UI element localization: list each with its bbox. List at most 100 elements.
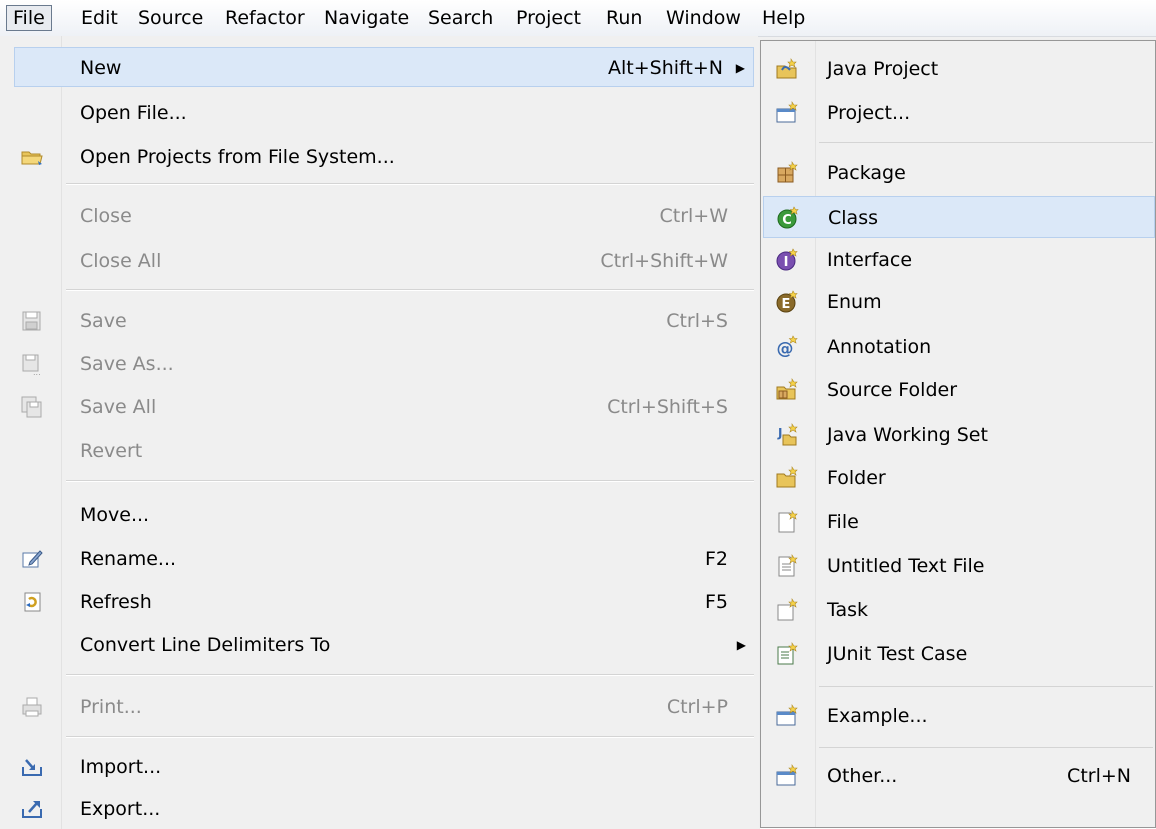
menu-item-accel: Ctrl+Shift+W bbox=[600, 250, 728, 272]
menu-item-accel: Ctrl+W bbox=[659, 205, 728, 227]
menu-item-label: Convert Line Delimiters To bbox=[80, 634, 331, 656]
submenu-item-example[interactable]: Example... bbox=[761, 695, 1155, 737]
menu-item-label: Close bbox=[80, 205, 132, 227]
menu-item-accel: Ctrl+Shift+S bbox=[607, 396, 728, 418]
menu-item-save-as[interactable]: ... Save As... bbox=[0, 344, 758, 384]
menu-item-close-all[interactable]: Close All Ctrl+Shift+W bbox=[0, 241, 758, 281]
menu-item-save[interactable]: Save Ctrl+S bbox=[0, 301, 758, 341]
submenu-item-label: Class bbox=[828, 207, 878, 229]
enum-icon: E bbox=[775, 290, 799, 314]
menu-item-revert[interactable]: Revert bbox=[0, 431, 758, 471]
submenu-item-label: Folder bbox=[827, 467, 886, 489]
submenu-item-label: Package bbox=[827, 162, 906, 184]
separator bbox=[819, 686, 1153, 687]
menu-item-label: New bbox=[80, 57, 122, 79]
submenu-item-package[interactable]: Package bbox=[761, 152, 1155, 194]
submenu-item-java-working-set[interactable]: J Java Working Set bbox=[761, 414, 1155, 456]
menu-item-label: Save All bbox=[80, 396, 157, 418]
submenu-item-source-folder[interactable]: Source Folder bbox=[761, 369, 1155, 411]
new-submenu: Java Project Project... Package C Class … bbox=[760, 40, 1156, 828]
submenu-item-label: Java Project bbox=[827, 58, 939, 80]
submenu-item-label: Task bbox=[827, 599, 869, 621]
menu-bar: File Edit Source Refactor Navigate Searc… bbox=[0, 0, 1156, 37]
example-icon bbox=[775, 704, 799, 728]
svg-text:J: J bbox=[777, 426, 782, 440]
menu-navigate[interactable]: Navigate bbox=[318, 5, 415, 31]
submenu-item-junit-test-case[interactable]: JUnit Test Case bbox=[761, 633, 1155, 675]
file-menu: New Alt+Shift+N ▶ Open File... Open Proj… bbox=[0, 36, 758, 829]
submenu-item-label: Interface bbox=[827, 249, 913, 271]
java-project-icon bbox=[775, 57, 799, 81]
menu-item-close[interactable]: Close Ctrl+W bbox=[0, 196, 758, 236]
submenu-item-project[interactable]: Project... bbox=[761, 92, 1155, 134]
submenu-item-annotation[interactable]: @ Annotation bbox=[761, 326, 1155, 368]
svg-text:E: E bbox=[782, 297, 791, 312]
save-as-icon: ... bbox=[20, 352, 44, 376]
menu-item-label: Save bbox=[80, 310, 127, 332]
refresh-icon bbox=[20, 590, 44, 614]
submenu-item-label: Other... bbox=[827, 765, 898, 787]
submenu-item-file[interactable]: File bbox=[761, 501, 1155, 543]
submenu-item-task[interactable]: Task bbox=[761, 589, 1155, 631]
menu-item-rename[interactable]: Rename... F2 bbox=[0, 539, 758, 579]
menu-item-open-file[interactable]: Open File... bbox=[0, 93, 758, 133]
submenu-item-label: Example... bbox=[827, 705, 928, 727]
junit-test-case-icon bbox=[775, 642, 799, 666]
submenu-item-accel: Ctrl+N bbox=[1067, 765, 1131, 787]
submenu-item-other[interactable]: Other... Ctrl+N bbox=[761, 755, 1155, 797]
menu-item-refresh[interactable]: Refresh F5 bbox=[0, 582, 758, 622]
open-folder-icon bbox=[20, 145, 44, 169]
menu-window[interactable]: Window bbox=[660, 5, 747, 31]
menu-item-label: Move... bbox=[80, 504, 150, 526]
menu-item-print[interactable]: Print... Ctrl+P bbox=[0, 687, 758, 727]
submenu-arrow-icon: ▶ bbox=[736, 638, 746, 652]
menu-item-open-projects[interactable]: Open Projects from File System... bbox=[0, 137, 758, 177]
separator bbox=[66, 737, 754, 738]
submenu-item-label: Project... bbox=[827, 102, 911, 124]
submenu-item-interface[interactable]: I Interface bbox=[761, 239, 1155, 281]
menu-item-label: Open Projects from File System... bbox=[80, 146, 395, 168]
class-icon: C bbox=[776, 206, 800, 230]
package-icon bbox=[775, 161, 799, 185]
menu-item-convert-line-delimiters[interactable]: Convert Line Delimiters To ▶ bbox=[0, 625, 758, 665]
text-file-icon bbox=[775, 554, 799, 578]
interface-icon: I bbox=[775, 248, 799, 272]
submenu-item-class[interactable]: C Class bbox=[763, 196, 1155, 238]
menu-item-label: Save As... bbox=[80, 353, 174, 375]
export-icon bbox=[20, 797, 44, 821]
menu-item-label: Rename... bbox=[80, 548, 177, 570]
save-all-icon bbox=[20, 395, 44, 419]
save-icon bbox=[20, 309, 44, 333]
menu-item-label: Refresh bbox=[80, 591, 152, 613]
menu-search[interactable]: Search bbox=[422, 5, 499, 31]
submenu-item-folder[interactable]: Folder bbox=[761, 457, 1155, 499]
menu-item-label: Export... bbox=[80, 798, 161, 820]
submenu-arrow-icon: ▶ bbox=[735, 61, 745, 75]
menu-project[interactable]: Project bbox=[510, 5, 587, 31]
separator bbox=[819, 747, 1153, 748]
menu-item-label: Close All bbox=[80, 250, 162, 272]
menu-run[interactable]: Run bbox=[600, 5, 648, 31]
menu-item-save-all[interactable]: Save All Ctrl+Shift+S bbox=[0, 387, 758, 427]
submenu-item-untitled-text-file[interactable]: Untitled Text File bbox=[761, 545, 1155, 587]
annotation-icon: @ bbox=[775, 335, 799, 359]
menu-source[interactable]: Source bbox=[132, 5, 209, 31]
separator bbox=[66, 184, 754, 185]
separator bbox=[66, 290, 754, 291]
menu-help[interactable]: Help bbox=[756, 5, 811, 31]
submenu-item-label: Source Folder bbox=[827, 379, 958, 401]
menu-item-new[interactable]: New Alt+Shift+N ▶ bbox=[14, 47, 754, 87]
menu-refactor[interactable]: Refactor bbox=[219, 5, 311, 31]
java-working-set-icon: J bbox=[775, 423, 799, 447]
separator bbox=[66, 675, 754, 676]
import-icon bbox=[20, 755, 44, 779]
menu-file[interactable]: File bbox=[6, 5, 52, 31]
menu-item-move[interactable]: Move... bbox=[0, 495, 758, 535]
menu-item-import[interactable]: Import... bbox=[0, 747, 758, 787]
submenu-item-enum[interactable]: E Enum bbox=[761, 281, 1155, 323]
source-folder-icon bbox=[775, 378, 799, 402]
submenu-item-java-project[interactable]: Java Project bbox=[761, 48, 1155, 90]
menu-item-export[interactable]: Export... bbox=[0, 789, 758, 829]
menu-edit[interactable]: Edit bbox=[75, 5, 124, 31]
task-icon bbox=[775, 598, 799, 622]
